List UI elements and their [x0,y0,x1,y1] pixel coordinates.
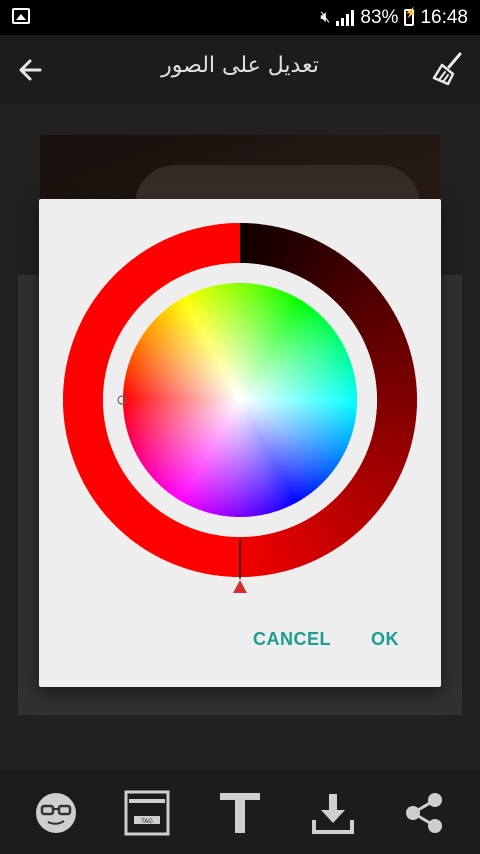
app-bar: تعديل على الصور [0,35,480,105]
page-title: تعديل على الصور [161,53,319,78]
battery-percent: 83% [360,6,399,28]
sticker-frame-icon: TAG [124,790,170,836]
gallery-notification-icon [12,8,30,24]
download-icon [312,794,354,834]
clock: 16:48 [420,6,468,28]
text-button[interactable] [217,790,263,836]
sticker-button[interactable]: TAG [124,790,170,836]
emoji-glasses-icon [36,793,76,833]
status-bar: 🔇︎ 83% 16:48 [0,0,480,35]
value-pointer-icon[interactable] [233,580,247,593]
battery-icon [404,8,417,26]
cancel-button[interactable]: CANCEL [253,629,331,650]
mute-icon: 🔇︎ [320,8,331,26]
status-icons: 🔇︎ 83% 16:48 [320,0,468,35]
text-icon [220,793,260,833]
broom-icon [432,52,462,86]
bottom-toolbar: TAG [0,770,480,854]
color-picker [62,223,417,593]
color-picker-dialog: CANCEL OK [39,199,441,687]
ok-button[interactable]: OK [371,629,399,650]
clear-button[interactable] [428,50,466,88]
emoji-button[interactable] [33,790,79,836]
share-icon [406,793,442,833]
hue-saturation-wheel[interactable] [123,283,358,517]
signal-icon [336,9,355,26]
svg-text:TAG: TAG [140,818,153,825]
download-button[interactable] [310,790,356,836]
share-button[interactable] [401,790,447,836]
